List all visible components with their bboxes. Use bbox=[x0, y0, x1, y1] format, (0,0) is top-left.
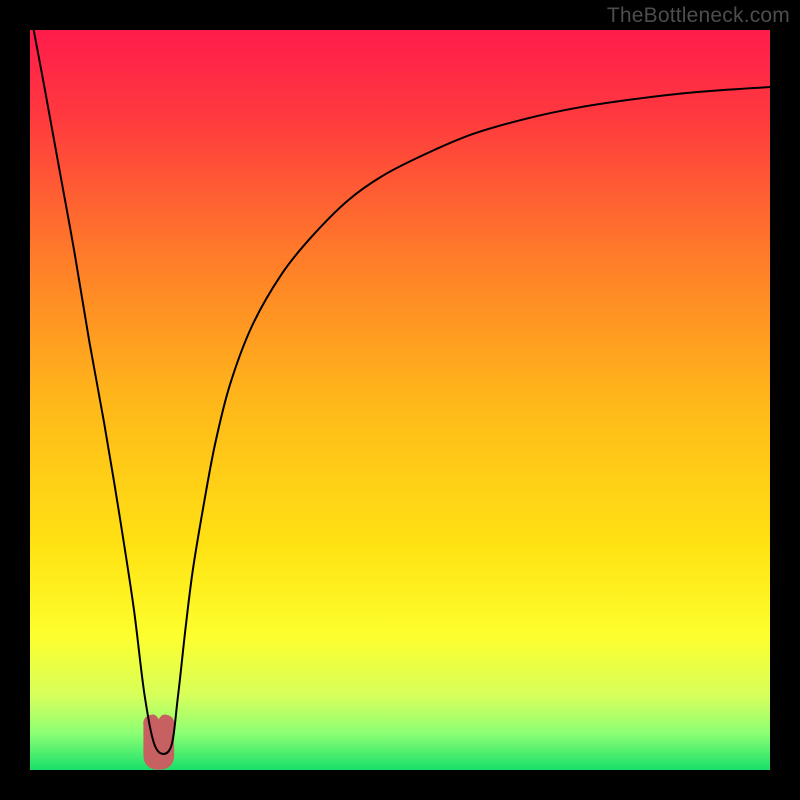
chart-svg bbox=[30, 30, 770, 770]
gradient-background bbox=[30, 30, 770, 770]
watermark-text: TheBottleneck.com bbox=[607, 4, 790, 28]
plot-area bbox=[30, 30, 770, 770]
chart-frame: TheBottleneck.com bbox=[0, 0, 800, 800]
